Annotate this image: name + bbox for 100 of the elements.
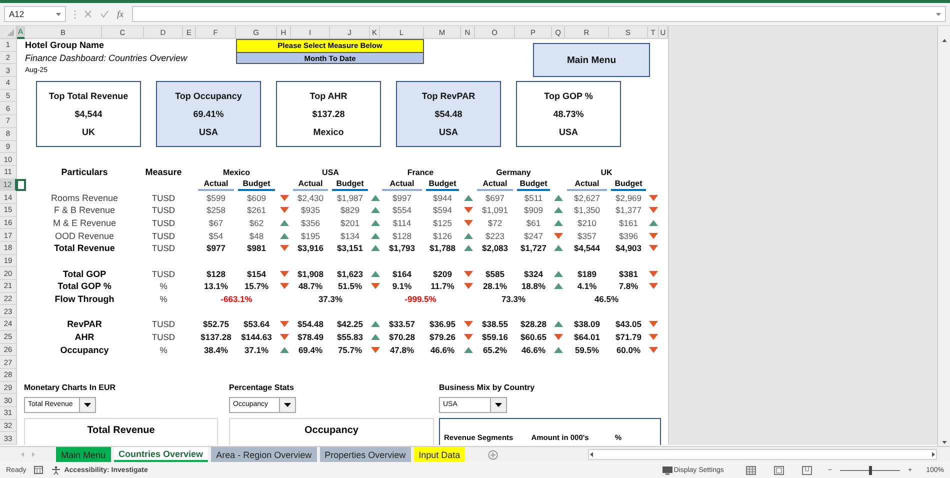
section-heading: Monetary Charts In EUR [24,382,117,394]
budget-value: $28.28 [520,318,548,331]
budget-value: 60.0% [615,344,642,356]
measure-unit: TUSD [150,268,176,280]
scroll-up-icon[interactable] [942,39,946,42]
actual-value: $997 [392,192,412,204]
kpi-country: Mexico [313,127,344,138]
kpi-title: Top AHR [310,91,348,102]
scroll-down-icon[interactable] [942,441,946,444]
budget-heading: Budget [611,178,646,192]
budget-value: 75.7% [336,344,364,356]
actual-value: 4.1% [576,280,598,293]
budget-value: $61 [525,216,542,230]
actual-value: $64.01 [573,331,601,344]
scroll-right-icon[interactable] [931,452,936,457]
budget-value: $1,377 [614,204,642,217]
column-heading: Particulars [60,166,109,179]
actual-value: $67 [208,216,224,230]
budget-value: $48 [248,230,265,242]
name-box[interactable]: A12 [4,6,66,22]
actual-value: $137.28 [200,331,232,344]
budget-value: $1,987 [336,192,364,204]
kpi-country: USA [438,127,458,138]
kpi-title: Top Total Revenue [48,91,128,102]
budget-value: $154 [246,268,267,280]
accessibility-icon[interactable] [51,466,62,474]
flow-through-value: -663.1% [220,293,254,306]
actual-value: 9.1% [391,280,413,293]
actual-value: $70.28 [388,331,416,344]
actual-value: $38.09 [573,318,601,331]
country-heading: Mexico [222,166,252,179]
actual-value: $114 [392,216,412,230]
zoom-thumb[interactable] [869,466,872,474]
budget-value: $4,903 [614,242,642,255]
measure-unit: TUSD [150,230,176,242]
actual-value: $54 [208,230,224,242]
horizontal-scrollbar[interactable] [588,449,937,460]
sheet-tab[interactable]: Main Menu [56,447,111,462]
grid-view-icon[interactable] [746,466,756,474]
budget-heading: Budget [517,178,550,192]
sheet-tab[interactable]: Input Data [414,447,466,462]
budget-value: 7.8% [618,280,640,293]
kpi-title: Top Occupancy [175,91,242,102]
budget-value: $909 [523,204,544,217]
row-label: Total GOP [62,268,108,280]
actual-heading: Actual [293,178,328,192]
actual-value: $1,350 [573,204,601,217]
expand-icon[interactable] [936,12,941,16]
actual-value: $38.55 [481,318,509,331]
budget-value: $55.83 [336,331,364,344]
close-icon[interactable] [84,10,92,18]
actual-value: $59.16 [481,331,509,344]
budget-value: $42.25 [336,318,364,331]
kpi-value: 48.73% [553,109,584,120]
budget-value: 46.6% [429,344,456,356]
budget-value: $261 [246,204,267,217]
flow-through-value: 46.5% [593,293,620,306]
budget-value: $161 [618,216,639,230]
monitor-icon[interactable] [662,466,673,474]
budget-value: $60.65 [520,331,548,344]
actual-value: $599 [206,192,226,204]
sheet-tab[interactable]: Area - Region Overview [211,447,317,462]
sheet-tab[interactable]: Properties Overview [320,447,411,462]
budget-value: $62 [248,216,265,230]
flow-through-value: 73.3% [500,293,527,306]
row-label: RevPAR [66,318,103,331]
sheet-tab[interactable]: Countries Overview [114,447,208,462]
sheet-icon[interactable] [34,466,44,474]
budget-value: $3,151 [336,242,364,255]
actual-value: $33.57 [388,318,416,331]
corner-triangle-icon [7,29,14,36]
actual-value: 65.2% [482,344,508,356]
actual-heading: Actual [382,178,422,192]
actual-value: $52.75 [202,318,230,331]
vertical-scrollbar[interactable] [937,26,950,446]
section-heading: Business Mix by Country [439,382,536,394]
measure-unit: TUSD [150,204,176,217]
budget-value: 11.7% [430,280,456,293]
country-heading: USA [321,166,340,179]
budget-heading: Budget [238,178,275,192]
budget-value: $944 [432,192,453,204]
formula-input[interactable] [132,6,946,22]
scroll-left-icon[interactable] [589,452,594,457]
check-icon[interactable] [100,10,109,18]
row-label: OOD Revenue [54,230,116,242]
actual-value: $78.49 [296,331,324,344]
budget-value: $43.05 [614,318,642,331]
page-layout-icon[interactable] [774,466,784,474]
actual-value: $356 [300,216,321,230]
measure-unit: % [158,344,168,356]
kpi-title: Top GOP % [544,91,593,102]
page-break-icon[interactable] [802,466,812,474]
row-label: Total Revenue [53,242,116,255]
chart-title: Occupancy [304,424,358,436]
insert-function-button[interactable]: fx [117,9,124,19]
budget-value: 51.5% [336,280,364,293]
main-menu-button[interactable]: Main Menu [533,43,650,78]
actual-value: 47.8% [388,344,416,356]
add-sheet-icon[interactable] [488,450,498,460]
kpi-value: 69.41% [193,109,224,120]
